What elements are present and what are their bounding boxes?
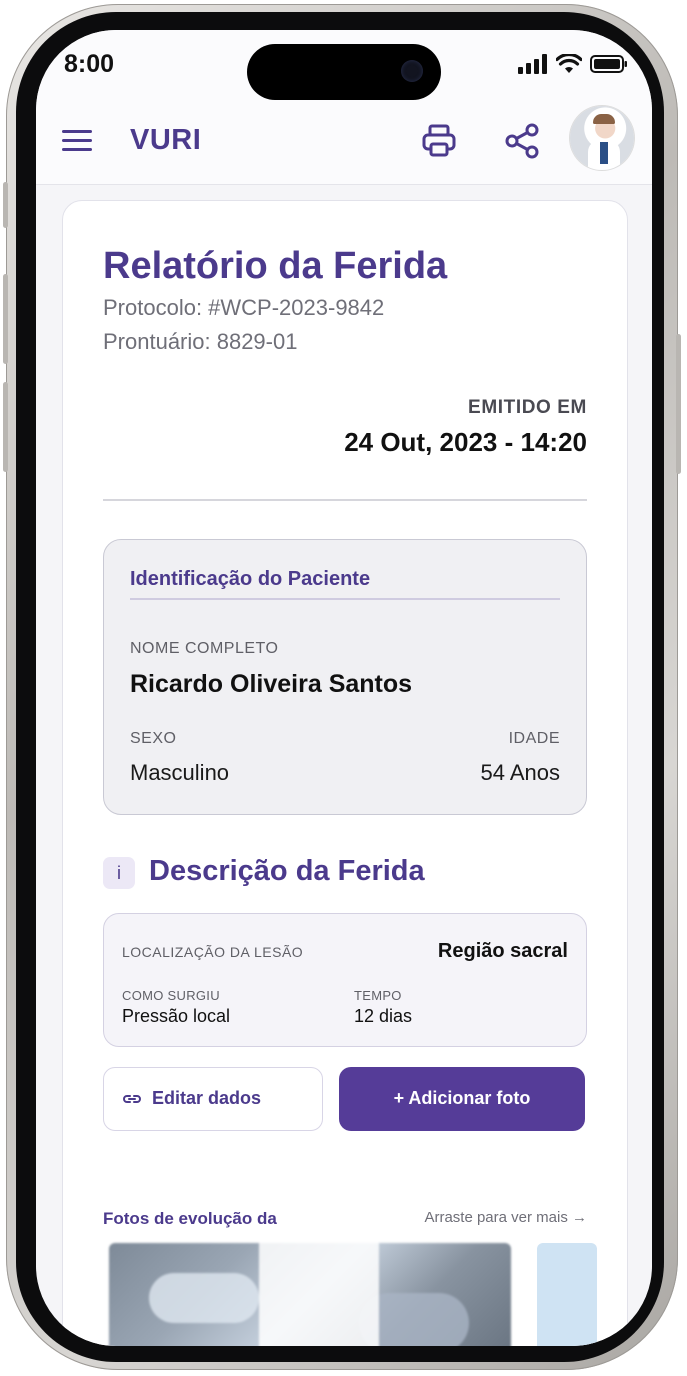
issued-date: 24 Out, 2023 - 14:20 [344, 427, 587, 457]
wound-origin: Pressão local [122, 1006, 231, 1026]
battery-icon [590, 55, 627, 73]
full-name-label: NOME COMPLETO [130, 640, 279, 657]
add-photo-label: + Adicionar foto [393, 1088, 531, 1108]
patient-sex: Masculino [130, 760, 230, 785]
dynamic-island [247, 44, 441, 100]
medical-record-number: Prontuário: 8829-01 [103, 329, 298, 354]
power-button [676, 334, 681, 474]
link-icon [123, 1095, 141, 1103]
edit-data-label: Editar dados [152, 1088, 262, 1108]
protocol-number: Protocolo: #WCP-2023-9842 [103, 295, 385, 320]
add-photo-button[interactable]: + Adicionar foto [339, 1067, 585, 1131]
divider [103, 499, 587, 501]
patient-section-title: Identificação do Paciente [130, 568, 371, 590]
app-brand: VURI [130, 124, 202, 156]
status-bar: 8:00 [36, 30, 652, 100]
evolution-photo[interactable] [537, 1243, 597, 1346]
screen: 8:00 VURI Relatório da Ferida Protocolo:… [36, 30, 652, 1346]
wound-description-card: LOCALIZAÇÃO DA LESÃO Região sacral COMO … [103, 913, 587, 1047]
silent-switch [3, 182, 8, 228]
system-icons [518, 54, 628, 74]
photos-section-title: Fotos de evolução da [103, 1209, 277, 1228]
app-bar: VURI [36, 100, 652, 185]
print-icon[interactable] [420, 122, 458, 160]
report-title: Relatório da Ferida [103, 245, 448, 287]
volume-down-button [3, 382, 8, 472]
patient-age: 54 Anos [480, 760, 560, 785]
edit-data-button[interactable]: Editar dados [103, 1067, 323, 1131]
status-time: 8:00 [64, 50, 115, 78]
wound-location: Região sacral [437, 940, 568, 962]
user-avatar[interactable] [570, 106, 634, 170]
issued-label: EMITIDO EM [468, 397, 587, 418]
origin-label: COMO SURGIU [122, 988, 220, 1003]
patient-identification-card: Identificação do Paciente NOME COMPLETO … [103, 539, 587, 815]
report-card: Relatório da Ferida Protocolo: #WCP-2023… [62, 200, 628, 1346]
wifi-icon [556, 54, 582, 73]
cellular-signal-icon [518, 54, 547, 74]
wound-section-title: Descrição da Ferida [149, 855, 425, 887]
swipe-hint[interactable]: Arraste para ver mais → [424, 1209, 587, 1226]
share-icon[interactable] [504, 122, 542, 160]
wound-duration: 12 dias [354, 1006, 413, 1026]
duration-label: TEMPO [354, 988, 402, 1003]
hamburger-menu-icon[interactable] [62, 128, 94, 154]
volume-up-button [3, 274, 8, 364]
section-divider [130, 598, 560, 600]
sex-label: SEXO [130, 730, 177, 747]
info-icon: i [103, 857, 135, 889]
camera-icon [401, 60, 423, 82]
evolution-photo[interactable] [109, 1243, 511, 1346]
patient-name: Ricardo Oliveira Santos [130, 670, 413, 698]
age-label: IDADE [508, 730, 560, 747]
location-label: LOCALIZAÇÃO DA LESÃO [122, 944, 304, 960]
